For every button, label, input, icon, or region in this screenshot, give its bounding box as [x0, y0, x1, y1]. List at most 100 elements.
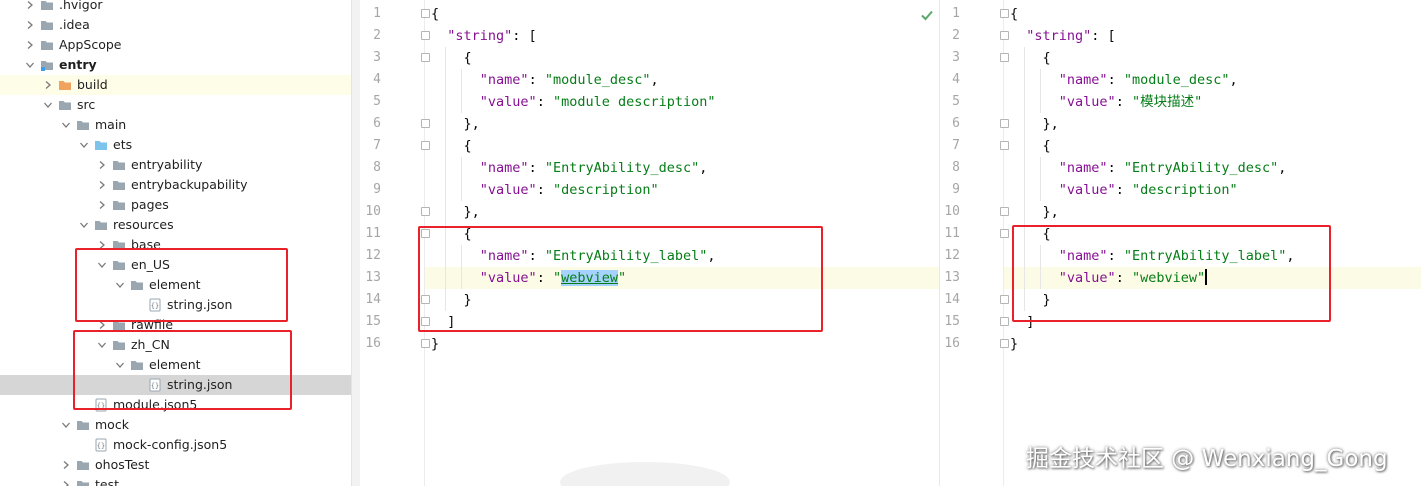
chevron-right-icon[interactable] [96, 319, 108, 331]
code-line[interactable]: { [425, 3, 939, 25]
code-line[interactable]: "name": "module_desc", [425, 69, 939, 91]
code-line[interactable]: "name": "module_desc", [1004, 69, 1421, 91]
code-line[interactable]: } [425, 289, 939, 311]
code-line[interactable]: { [425, 135, 939, 157]
chevron-down-icon[interactable] [24, 59, 36, 71]
code-line[interactable]: }, [425, 113, 939, 135]
tree-item[interactable]: {} module.json5 [0, 395, 351, 415]
inspection-ok-icon[interactable] [920, 8, 934, 22]
code-area[interactable]: { "string": [ { "name": "module_desc", "… [425, 0, 939, 486]
code-line[interactable]: "name": "EntryAbility_label", [425, 245, 939, 267]
panel-splitter[interactable] [351, 0, 360, 486]
code-line[interactable]: "string": [ [1004, 25, 1421, 47]
tree-item[interactable]: entryability [0, 155, 351, 175]
tree-item[interactable]: src [0, 95, 351, 115]
json-punctuation: { [431, 50, 472, 66]
tree-item[interactable]: main [0, 115, 351, 135]
tree-item[interactable]: test [0, 475, 351, 486]
code-line[interactable]: "value": "webview" [1004, 267, 1421, 289]
chevron-right-icon[interactable] [96, 239, 108, 251]
chevron-down-icon[interactable] [78, 219, 90, 231]
tree-item[interactable]: entry [0, 55, 351, 75]
tree-item[interactable]: base [0, 235, 351, 255]
chevron-right-icon[interactable] [24, 0, 36, 11]
code-area[interactable]: { "string": [ { "name": "module_desc", "… [1004, 0, 1421, 486]
code-line[interactable]: "name": "EntryAbility_desc", [425, 157, 939, 179]
tree-item[interactable]: entrybackupability [0, 175, 351, 195]
svg-text:{}: {} [151, 302, 159, 310]
tree-item[interactable]: {} string.json [0, 375, 351, 395]
tree-item[interactable]: AppScope [0, 35, 351, 55]
code-line[interactable]: ] [425, 311, 939, 333]
tree-item-label: entry [59, 57, 97, 72]
line-number: 12 [944, 248, 960, 263]
tree-item[interactable]: zh_CN [0, 335, 351, 355]
chevron-down-icon[interactable] [114, 359, 126, 371]
tree-item[interactable]: rawfile [0, 315, 351, 335]
code-line[interactable]: "value": "模块描述" [1004, 91, 1421, 113]
json-string: "module_desc" [544, 72, 651, 88]
chevron-down-icon[interactable] [60, 119, 72, 131]
chevron-right-icon[interactable] [24, 39, 36, 51]
chevron-right-icon[interactable] [60, 479, 72, 486]
tree-item[interactable]: ohosTest [0, 455, 351, 475]
chevron-down-icon[interactable] [96, 339, 108, 351]
json-punctuation: { [1010, 138, 1051, 154]
chevron-right-icon[interactable] [96, 199, 108, 211]
chevron-right-icon[interactable] [60, 459, 72, 471]
code-line[interactable]: } [1004, 333, 1421, 355]
code-line[interactable]: }, [425, 201, 939, 223]
code-line[interactable]: ] [1004, 311, 1421, 333]
code-line[interactable]: "value": "description" [425, 179, 939, 201]
code-line[interactable]: "value": "webview" [425, 267, 939, 289]
code-line[interactable]: { [425, 223, 939, 245]
chevron-right-icon[interactable] [24, 19, 36, 31]
code-line[interactable]: { [1004, 3, 1421, 25]
tree-item[interactable]: en_US [0, 255, 351, 275]
chevron-right-icon[interactable] [42, 79, 54, 91]
watermark: 掘金技术社区 @ Wenxiang_Gong [1026, 446, 1388, 472]
code-line[interactable]: "value": "module description" [425, 91, 939, 113]
json-file-icon: {} [94, 438, 108, 452]
chevron-down-icon[interactable] [114, 279, 126, 291]
code-line[interactable]: } [425, 333, 939, 355]
code-line[interactable]: "value": "description" [1004, 179, 1421, 201]
chevron-down-icon[interactable] [96, 259, 108, 271]
json-key: "name" [1058, 72, 1108, 88]
code-line[interactable]: } [1004, 289, 1421, 311]
editor-en-us-string-json[interactable]: 1 2 3 4 5 6 7 8 9 10 11 12 13 14 15 16 { "string": [ { … [361, 0, 939, 486]
code-line[interactable]: "name": "EntryAbility_label", [1004, 245, 1421, 267]
tree-item[interactable]: {} string.json [0, 295, 351, 315]
chevron-right-icon[interactable] [96, 179, 108, 191]
tree-item[interactable]: build [0, 75, 351, 95]
tree-item[interactable]: .idea [0, 15, 351, 35]
code-line[interactable]: }, [1004, 113, 1421, 135]
code-line[interactable]: { [1004, 223, 1421, 245]
json-punctuation [1010, 28, 1026, 44]
code-line[interactable]: "name": "EntryAbility_desc", [1004, 157, 1421, 179]
tree-item[interactable]: pages [0, 195, 351, 215]
tree-item[interactable]: .hvigor [0, 0, 351, 15]
tree-item-label: build [77, 77, 108, 92]
code-line[interactable]: { [1004, 47, 1421, 69]
code-line[interactable]: }, [1004, 201, 1421, 223]
json-key: "name" [1058, 248, 1108, 264]
chevron-down-icon[interactable] [60, 419, 72, 431]
code-line[interactable]: { [1004, 135, 1421, 157]
line-number: 13 [944, 270, 960, 285]
code-line[interactable]: "string": [ [425, 25, 939, 47]
code-line[interactable]: { [425, 47, 939, 69]
chevron-down-icon[interactable] [78, 139, 90, 151]
editor-zh-cn-string-json[interactable]: 1 2 3 4 5 6 7 8 9 10 11 12 13 14 15 16 { "string": [ { … [939, 0, 1421, 486]
line-number: 15 [944, 314, 960, 329]
tree-item[interactable]: element [0, 275, 351, 295]
tree-item-label: mock [95, 417, 129, 432]
chevron-down-icon[interactable] [42, 99, 54, 111]
tree-item[interactable]: ets [0, 135, 351, 155]
tree-item[interactable]: resources [0, 215, 351, 235]
chevron-right-icon[interactable] [96, 159, 108, 171]
tree-item[interactable]: element [0, 355, 351, 375]
tree-item-label: ohosTest [95, 457, 150, 472]
tree-item[interactable]: {} mock-config.json5 [0, 435, 351, 455]
tree-item[interactable]: mock [0, 415, 351, 435]
